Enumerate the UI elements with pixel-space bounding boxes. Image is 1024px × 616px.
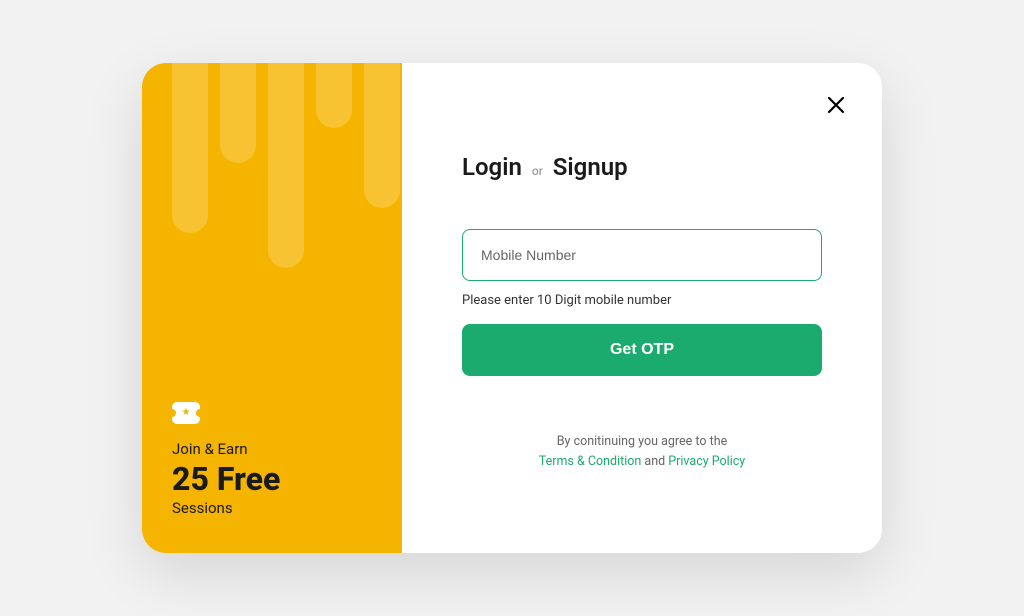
drip (172, 63, 208, 233)
heading-signup: Signup (553, 153, 628, 181)
close-button[interactable] (822, 91, 850, 119)
auth-modal: ★ Join & Earn 25 Free Sessions Login or … (142, 63, 882, 553)
drip (364, 63, 400, 208)
close-icon (827, 96, 845, 114)
drip (316, 63, 352, 128)
form-panel: Login or Signup Please enter 10 Digit mo… (402, 63, 882, 553)
promo-big-text: 25 Free (172, 462, 372, 497)
mobile-input[interactable] (462, 229, 822, 281)
promo-panel: ★ Join & Earn 25 Free Sessions (142, 63, 402, 553)
form-heading: Login or Signup (462, 153, 822, 181)
agree-and: and (641, 454, 668, 469)
agree-text: By conitinuing you agree to the Terms & … (462, 432, 822, 472)
heading-or: or (532, 164, 543, 178)
get-otp-button[interactable]: Get OTP (462, 324, 822, 376)
promo-sub-text: Sessions (172, 499, 372, 517)
drip-decoration (142, 63, 402, 343)
drip (268, 63, 304, 268)
star-icon: ★ (182, 407, 191, 418)
privacy-link[interactable]: Privacy Policy (668, 454, 745, 469)
drip (220, 63, 256, 163)
agree-prefix: By conitinuing you agree to the (557, 434, 727, 449)
ticket-icon: ★ (172, 402, 200, 424)
heading-login: Login (462, 153, 522, 181)
promo-join-label: Join & Earn (172, 440, 372, 458)
terms-link[interactable]: Terms & Condition (539, 454, 642, 469)
mobile-helper-text: Please enter 10 Digit mobile number (462, 293, 822, 308)
